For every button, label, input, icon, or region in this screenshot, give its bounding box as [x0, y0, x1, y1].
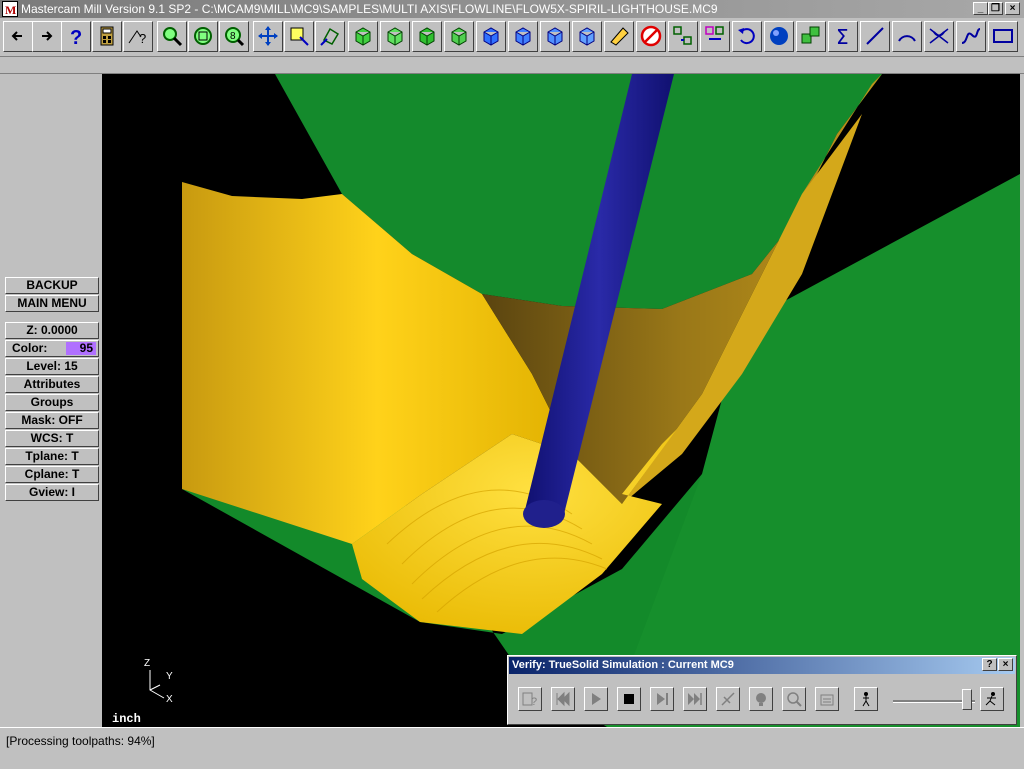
gview-button[interactable]: Gview: I — [5, 484, 99, 501]
sphere-icon[interactable] — [764, 21, 794, 52]
color-label: Color: — [12, 341, 48, 355]
back-arrow-icon[interactable] — [3, 21, 33, 52]
main-menu-panel: BACKUP MAIN MENU Z: 0.0000 Color: 95 Lev… — [0, 74, 102, 727]
speed-slider-thumb[interactable] — [961, 689, 972, 710]
svg-text:?: ? — [531, 696, 537, 707]
zoom-icon[interactable] — [157, 21, 187, 52]
prompt-strip — [0, 57, 1024, 74]
no-entry-icon[interactable] — [636, 21, 666, 52]
restore-button[interactable]: ❐ — [988, 2, 1003, 15]
stop-icon[interactable] — [617, 687, 641, 711]
cube-3-icon[interactable] — [540, 21, 570, 52]
view-iso-icon[interactable] — [444, 21, 474, 52]
backup-button[interactable]: BACKUP — [5, 277, 99, 294]
tplane-button[interactable]: Tplane: T — [5, 448, 99, 465]
run-speed-icon[interactable] — [980, 687, 1004, 711]
color-button[interactable]: Color: 95 — [5, 340, 99, 357]
title-bar: Mastercam Mill Version 9.1 SP2 - C:\MCAM… — [0, 0, 1024, 19]
erase-icon[interactable] — [604, 21, 634, 52]
undo-icon[interactable] — [732, 21, 762, 52]
mask-button[interactable]: Mask: OFF — [5, 412, 99, 429]
cube-1-icon[interactable] — [476, 21, 506, 52]
cplane-button[interactable]: Cplane: T — [5, 466, 99, 483]
axis-triad — [149, 670, 165, 699]
minimize-button[interactable]: _ — [973, 2, 988, 15]
mastercam-logo-icon[interactable] — [2, 1, 18, 19]
view-front-icon[interactable] — [380, 21, 410, 52]
line-icon[interactable] — [860, 21, 890, 52]
close-button[interactable]: × — [1005, 2, 1020, 15]
mirror-icon[interactable] — [700, 21, 730, 52]
toolbar: ? ? 8 Σ — [0, 18, 1024, 57]
axis-y-label: Y — [166, 671, 173, 682]
verify-help-button[interactable]: ? — [982, 658, 997, 671]
svg-text:?: ? — [70, 27, 82, 47]
fast-forward-icon[interactable] — [683, 687, 707, 711]
window-title: Mastercam Mill Version 9.1 SP2 - C:\MCAM… — [21, 2, 718, 16]
cube-4-icon[interactable] — [572, 21, 602, 52]
spline-icon[interactable] — [956, 21, 986, 52]
analyze-icon[interactable]: ? — [123, 21, 153, 52]
sum-icon[interactable]: Σ — [828, 21, 858, 52]
svg-text:8: 8 — [230, 31, 236, 42]
dynamic-rotate-icon[interactable] — [315, 21, 345, 52]
forward-arrow-icon[interactable] — [32, 21, 62, 52]
wcs-button[interactable]: WCS: T — [5, 430, 99, 447]
groups-button[interactable]: Groups — [5, 394, 99, 411]
verify-title: Verify: TrueSolid Simulation : Current M… — [512, 659, 734, 671]
color-value: 95 — [66, 342, 96, 355]
status-text: [Processing toolpaths: 94%] — [6, 734, 155, 748]
units-label: inch — [112, 712, 141, 726]
verify-dialog: Verify: TrueSolid Simulation : Current M… — [507, 655, 1017, 725]
verify-close-button[interactable]: × — [998, 658, 1013, 671]
unzoom-icon[interactable] — [188, 21, 218, 52]
save-stl-icon[interactable] — [815, 687, 839, 711]
svg-text:Σ: Σ — [836, 25, 849, 47]
arc-icon[interactable] — [892, 21, 922, 52]
status-bar: [Processing toolpaths: 94%] — [0, 727, 1024, 769]
verify-options-icon[interactable]: ? — [518, 687, 542, 711]
svg-text:?: ? — [139, 31, 146, 46]
translate-icon[interactable] — [668, 21, 698, 52]
walk-speed-icon[interactable] — [854, 687, 878, 711]
play-icon[interactable] — [584, 687, 608, 711]
graphics-viewport[interactable]: Z Y X inch — [102, 74, 1020, 727]
light-icon[interactable] — [749, 687, 773, 711]
step-icon[interactable] — [650, 687, 674, 711]
rewind-icon[interactable] — [551, 687, 575, 711]
view-side-icon[interactable] — [412, 21, 442, 52]
fillet-icon[interactable] — [924, 21, 954, 52]
view-top-icon[interactable] — [348, 21, 378, 52]
axis-x-label: X — [166, 694, 173, 705]
calculator-icon[interactable] — [92, 21, 122, 52]
cube-2-icon[interactable] — [508, 21, 538, 52]
help-icon[interactable]: ? — [61, 21, 91, 52]
tool-tip — [523, 500, 565, 528]
tool-display-icon[interactable] — [716, 687, 740, 711]
select-icon[interactable] — [284, 21, 314, 52]
axis-z-label: Z — [144, 658, 151, 669]
attributes-button[interactable]: Attributes — [5, 376, 99, 393]
solid-model-render — [182, 74, 1020, 727]
zoom-verify-icon[interactable] — [782, 687, 806, 711]
transform-icon[interactable] — [796, 21, 826, 52]
pan-icon[interactable] — [253, 21, 283, 52]
main-menu-button[interactable]: MAIN MENU — [5, 295, 99, 312]
rectangle-icon[interactable] — [988, 21, 1018, 52]
z-depth-button[interactable]: Z: 0.0000 — [5, 322, 99, 339]
zoom-window-icon[interactable]: 8 — [219, 21, 249, 52]
verify-title-bar[interactable]: Verify: TrueSolid Simulation : Current M… — [509, 657, 1015, 674]
level-button[interactable]: Level: 15 — [5, 358, 99, 375]
